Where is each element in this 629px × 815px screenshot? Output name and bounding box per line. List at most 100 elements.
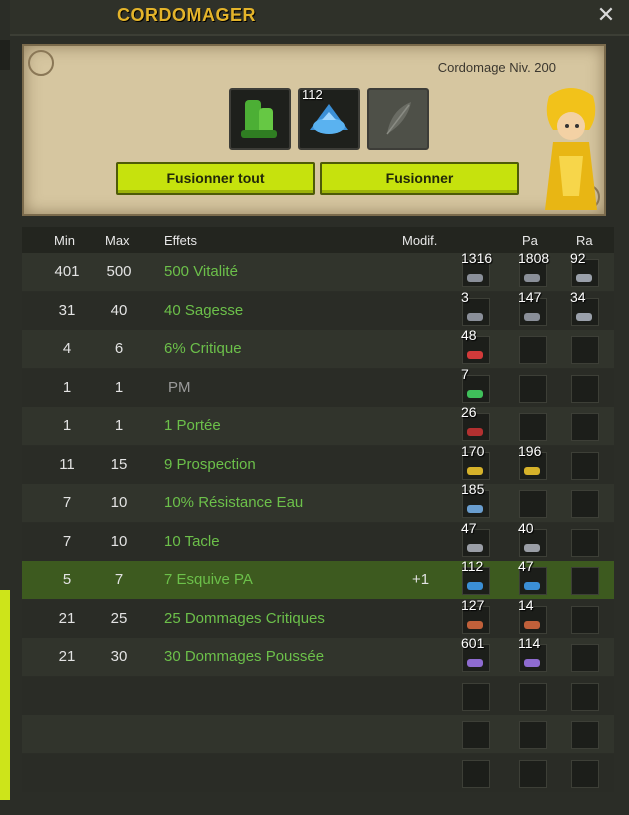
rune-slot[interactable]	[519, 336, 547, 364]
item-slot[interactable]	[229, 88, 291, 150]
rune-slot[interactable]	[519, 682, 547, 711]
rune-slot[interactable]	[462, 682, 490, 711]
rune-slot[interactable]	[519, 413, 547, 441]
rune-slot[interactable]: 1316	[461, 250, 492, 287]
effect-label: 10% Résistance Eau	[164, 494, 304, 511]
rune-slot[interactable]: 34	[570, 289, 599, 326]
rune-slot[interactable]: 114	[518, 635, 547, 672]
rune-count: 92	[570, 250, 586, 266]
rune-count: 34	[570, 288, 586, 305]
rune-icon	[467, 312, 483, 321]
rune-slot[interactable]	[571, 451, 599, 480]
rune-slot[interactable]: 47	[518, 558, 547, 595]
rune-count: 26	[461, 404, 477, 420]
max-value: 1	[114, 378, 124, 396]
rune-slot[interactable]	[519, 721, 547, 749]
table-row[interactable]: 7 10 10 Tacle 47 40	[22, 520, 614, 561]
rune-icon	[467, 466, 483, 475]
effect-label: 6% Critique	[164, 340, 242, 357]
rune-slot[interactable]	[571, 721, 599, 749]
rune-slot[interactable]: 185	[461, 481, 490, 518]
rune-slot[interactable]	[519, 490, 547, 518]
effect-label: 25 Dommages Critiques	[164, 609, 325, 627]
empty-slot[interactable]	[367, 88, 429, 150]
rune-slot[interactable]: 196	[518, 443, 547, 480]
table-row[interactable]: 1 1 1 Portée 26	[22, 404, 614, 445]
rune-icon	[524, 274, 540, 282]
rune-slot[interactable]	[571, 336, 599, 364]
max-value: 7	[114, 571, 124, 588]
rune-slot[interactable]: 48	[461, 327, 490, 364]
max-value: 10	[110, 532, 128, 550]
min-value: 401	[54, 263, 80, 280]
table-row[interactable]: 31 40 40 Sagesse 3 147 34	[22, 289, 614, 330]
rune-slot[interactable]	[519, 759, 547, 788]
rune-slot[interactable]: 601	[461, 635, 490, 672]
min-value: 1	[62, 417, 72, 434]
close-icon[interactable]: ✕	[595, 4, 617, 26]
rune-slot[interactable]: 3	[461, 289, 490, 326]
title-bar[interactable]: CORDOMAGER ✕	[10, 0, 629, 36]
rune-slot[interactable]: 127	[461, 597, 490, 634]
rune-slot[interactable]: 92	[570, 250, 599, 287]
rune-slot[interactable]	[571, 644, 599, 672]
rune-count: 40	[518, 519, 534, 536]
rune-icon	[467, 620, 483, 629]
rune-slot[interactable]: 14	[518, 597, 547, 634]
profession-level: Cordomage Niv. 200	[437, 60, 556, 75]
rune-count: 1808	[518, 250, 550, 266]
rune-icon	[467, 505, 483, 513]
rune-slot[interactable]: 112	[298, 87, 360, 150]
rune-slot[interactable]: 147	[518, 289, 547, 326]
rune-slot[interactable]: 26	[461, 404, 490, 441]
rune-slot[interactable]: 40	[518, 520, 547, 557]
fuse-all-button[interactable]: Fusionner tout	[116, 162, 315, 195]
rune-slot[interactable]	[571, 490, 599, 518]
header-max: Max	[105, 233, 130, 248]
window-title: CORDOMAGER	[117, 5, 256, 25]
min-value: 11	[59, 455, 75, 473]
table-row[interactable]: 4 6 6% Critique 48	[22, 327, 614, 368]
rune-icon	[467, 389, 483, 398]
rune-icon	[524, 312, 540, 321]
max-value: 15	[110, 455, 128, 473]
rune-slot[interactable]	[571, 759, 599, 788]
effect-label: 40 Sagesse	[164, 301, 244, 319]
rune-icon	[524, 620, 540, 629]
rune-slot[interactable]	[462, 759, 490, 788]
table-row[interactable]: 21 30 30 Dommages Poussée 601 114	[22, 635, 614, 676]
table-row[interactable]: 1 1 PM 7	[22, 366, 614, 407]
rune-slot[interactable]: 170	[461, 443, 490, 480]
rune-slot[interactable]	[462, 721, 490, 749]
rune-count: 196	[518, 442, 542, 459]
table-row[interactable]: 11 15 9 Prospection 170 196	[22, 443, 614, 484]
rune-icon	[524, 543, 540, 552]
rune-slot[interactable]	[571, 528, 599, 557]
effect-label: 30 Dommages Poussée	[164, 648, 325, 665]
fuse-button[interactable]: Fusionner	[320, 162, 519, 195]
min-value: 21	[58, 609, 76, 627]
rune-slot[interactable]: 112	[461, 558, 490, 595]
rune-slot[interactable]	[571, 374, 599, 403]
feather-icon	[386, 102, 411, 135]
rune-count: 185	[461, 481, 485, 497]
rune-slot[interactable]	[519, 374, 547, 403]
rune-slot[interactable]: 7	[461, 366, 490, 403]
rune-slot[interactable]	[571, 682, 599, 711]
table-row[interactable]: 5 7 7 Esquive PA +1 112 47	[22, 558, 614, 599]
header-min: Min	[54, 233, 75, 248]
table-row[interactable]: 21 25 25 Dommages Critiques 127 14	[22, 597, 614, 638]
empty-row	[22, 715, 614, 753]
rune-slot[interactable]	[571, 413, 599, 441]
rune-slot[interactable]	[571, 605, 599, 634]
rune-count: 601	[461, 635, 485, 651]
rune-quantity: 112	[302, 87, 323, 102]
effect-label: PM	[168, 378, 191, 396]
rune-slot[interactable]: 47	[461, 520, 490, 557]
rune-icon	[467, 543, 483, 552]
rune-slot[interactable]: 1808	[518, 250, 549, 287]
rune-slot[interactable]	[571, 567, 599, 595]
table-row[interactable]: 401 500 500 Vitalité 1316 1808 92	[22, 250, 614, 291]
table-row[interactable]: 7 10 10% Résistance Eau 185	[22, 481, 614, 522]
min-value: 4	[62, 340, 72, 357]
